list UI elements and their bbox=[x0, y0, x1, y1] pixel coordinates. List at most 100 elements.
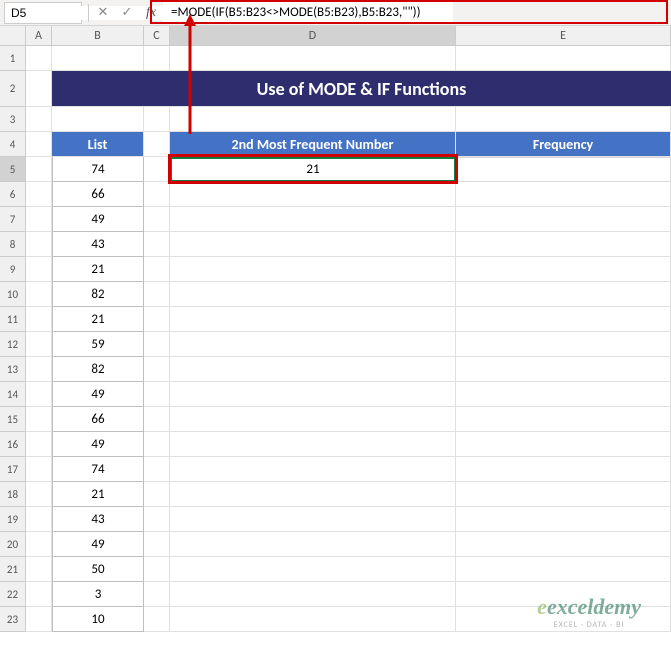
row-header[interactable]: 8 bbox=[0, 232, 26, 257]
cell[interactable] bbox=[144, 507, 170, 532]
cell[interactable] bbox=[144, 207, 170, 232]
cell[interactable] bbox=[170, 607, 456, 632]
cell[interactable] bbox=[170, 457, 456, 482]
row-header[interactable]: 15 bbox=[0, 407, 26, 432]
cell[interactable] bbox=[456, 357, 671, 382]
title-cell[interactable]: Use of MODE & IF Functions bbox=[52, 71, 671, 107]
list-value[interactable]: 21 bbox=[52, 257, 144, 282]
cell[interactable] bbox=[170, 307, 456, 332]
cell[interactable] bbox=[456, 457, 671, 482]
list-value[interactable]: 49 bbox=[52, 532, 144, 557]
cell[interactable] bbox=[144, 332, 170, 357]
cell[interactable] bbox=[144, 307, 170, 332]
cell[interactable] bbox=[26, 407, 52, 432]
row-header[interactable]: 16 bbox=[0, 432, 26, 457]
row-header[interactable]: 20 bbox=[0, 532, 26, 557]
cell[interactable] bbox=[456, 46, 671, 71]
cell[interactable] bbox=[170, 46, 456, 71]
cell[interactable] bbox=[144, 532, 170, 557]
cell[interactable] bbox=[26, 582, 52, 607]
cell[interactable] bbox=[170, 507, 456, 532]
cell[interactable] bbox=[144, 382, 170, 407]
row-header[interactable]: 14 bbox=[0, 382, 26, 407]
row-header[interactable]: 13 bbox=[0, 357, 26, 382]
cell[interactable] bbox=[170, 532, 456, 557]
cell[interactable] bbox=[144, 157, 170, 182]
cell[interactable] bbox=[456, 382, 671, 407]
cell[interactable] bbox=[456, 332, 671, 357]
row-header[interactable]: 12 bbox=[0, 332, 26, 357]
cell[interactable] bbox=[26, 282, 52, 307]
list-value[interactable]: 74 bbox=[52, 157, 144, 182]
header-freq[interactable]: Frequency bbox=[456, 132, 671, 157]
cell[interactable] bbox=[170, 382, 456, 407]
cell[interactable] bbox=[144, 582, 170, 607]
row-header[interactable]: 17 bbox=[0, 457, 26, 482]
row-header[interactable]: 9 bbox=[0, 257, 26, 282]
cell[interactable] bbox=[456, 257, 671, 282]
cell[interactable] bbox=[170, 207, 456, 232]
cell[interactable] bbox=[144, 407, 170, 432]
cell[interactable] bbox=[170, 557, 456, 582]
cell[interactable] bbox=[26, 46, 52, 71]
cell[interactable] bbox=[456, 407, 671, 432]
cell[interactable] bbox=[170, 582, 456, 607]
cell[interactable] bbox=[456, 207, 671, 232]
row-header[interactable]: 4 bbox=[0, 132, 26, 157]
cancel-icon[interactable]: ✕ bbox=[91, 2, 115, 24]
row-header[interactable]: 1 bbox=[0, 46, 26, 71]
list-value[interactable]: 21 bbox=[52, 482, 144, 507]
col-header[interactable]: C bbox=[144, 26, 170, 45]
cell[interactable] bbox=[26, 332, 52, 357]
cell[interactable] bbox=[144, 232, 170, 257]
cell[interactable] bbox=[26, 232, 52, 257]
cell[interactable] bbox=[26, 532, 52, 557]
row-header[interactable]: 23 bbox=[0, 607, 26, 632]
cell[interactable] bbox=[144, 257, 170, 282]
cell[interactable] bbox=[144, 457, 170, 482]
select-all-corner[interactable] bbox=[0, 26, 26, 46]
list-value[interactable]: 10 bbox=[52, 607, 144, 632]
header-list[interactable]: List bbox=[52, 132, 144, 157]
cell[interactable] bbox=[456, 232, 671, 257]
col-header[interactable]: E bbox=[456, 26, 671, 45]
cell[interactable] bbox=[144, 607, 170, 632]
cell[interactable] bbox=[456, 482, 671, 507]
accept-icon[interactable]: ✓ bbox=[115, 2, 139, 24]
cell[interactable] bbox=[144, 46, 170, 71]
cell[interactable] bbox=[144, 282, 170, 307]
cell[interactable] bbox=[170, 282, 456, 307]
cell[interactable] bbox=[26, 357, 52, 382]
cell[interactable] bbox=[456, 532, 671, 557]
list-value[interactable]: 59 bbox=[52, 332, 144, 357]
cell[interactable] bbox=[26, 382, 52, 407]
cell[interactable] bbox=[170, 482, 456, 507]
row-header[interactable]: 22 bbox=[0, 582, 26, 607]
result-cell[interactable]: 21 bbox=[170, 157, 456, 182]
cell[interactable] bbox=[26, 207, 52, 232]
cell[interactable] bbox=[170, 232, 456, 257]
list-value[interactable]: 49 bbox=[52, 382, 144, 407]
list-value[interactable]: 43 bbox=[52, 507, 144, 532]
cell[interactable] bbox=[52, 107, 144, 132]
row-header[interactable]: 2 bbox=[0, 71, 26, 107]
cell[interactable] bbox=[456, 507, 671, 532]
list-value[interactable]: 49 bbox=[52, 207, 144, 232]
col-header[interactable]: A bbox=[26, 26, 52, 45]
list-value[interactable]: 3 bbox=[52, 582, 144, 607]
row-header[interactable]: 5 bbox=[0, 157, 26, 182]
cell[interactable] bbox=[170, 257, 456, 282]
cell[interactable] bbox=[26, 607, 52, 632]
cell[interactable] bbox=[456, 282, 671, 307]
list-value[interactable]: 82 bbox=[52, 282, 144, 307]
list-value[interactable]: 21 bbox=[52, 307, 144, 332]
row-header[interactable]: 18 bbox=[0, 482, 26, 507]
row-header[interactable]: 10 bbox=[0, 282, 26, 307]
list-value[interactable]: 66 bbox=[52, 407, 144, 432]
row-header[interactable]: 21 bbox=[0, 557, 26, 582]
formula-input[interactable]: =MODE(IF(B5:B23<>MODE(B5:B23),B5:B23,"")… bbox=[163, 2, 453, 24]
list-value[interactable]: 82 bbox=[52, 357, 144, 382]
col-header[interactable]: D bbox=[170, 26, 456, 45]
header-second[interactable]: 2nd Most Frequent Number bbox=[170, 132, 456, 157]
cell[interactable] bbox=[26, 457, 52, 482]
